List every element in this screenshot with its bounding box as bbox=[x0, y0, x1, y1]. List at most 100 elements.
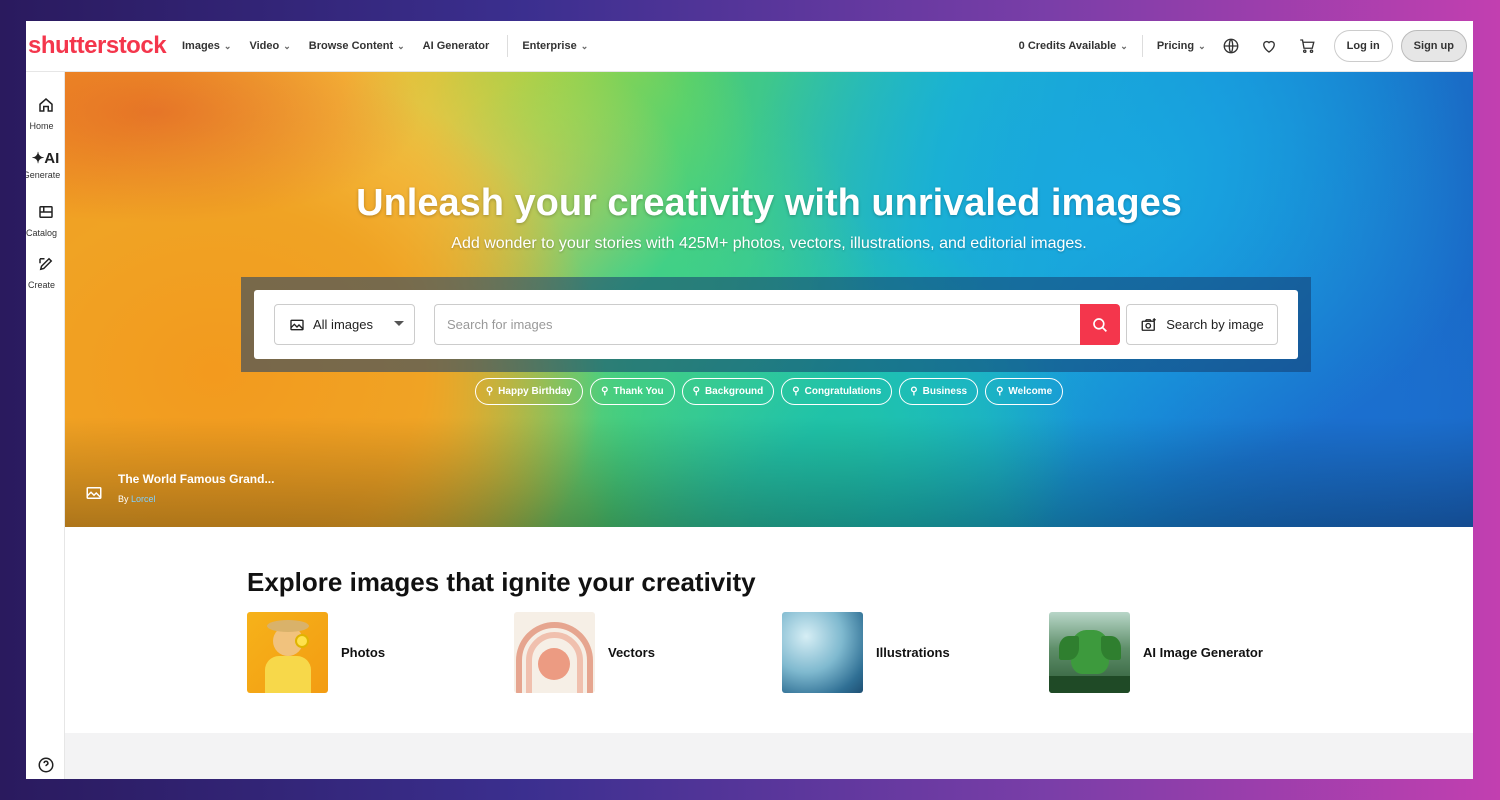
rail-item-label: Catalog bbox=[26, 228, 58, 238]
help-icon bbox=[38, 757, 53, 773]
search-icon: ⚲ bbox=[910, 386, 918, 397]
home-icon bbox=[38, 98, 53, 112]
photos-thumbnail bbox=[247, 612, 328, 693]
chip-happy-birthday[interactable]: ⚲ Happy Birthday bbox=[474, 378, 584, 405]
credit-byline: By Lorcel bbox=[118, 494, 274, 504]
nav-enterprise[interactable]: Enterprise ⌄ bbox=[522, 40, 588, 52]
search-icon: ⚲ bbox=[792, 386, 800, 397]
nav-ai-generator-label: AI Generator bbox=[422, 40, 490, 52]
left-rail: Home ✦AI Generate Catalog Create bbox=[26, 72, 65, 779]
explore-title: Explore images that ignite your creativi… bbox=[247, 567, 756, 597]
rail-item-catalog[interactable]: Catalog bbox=[26, 203, 65, 238]
credit-by-label: By bbox=[118, 494, 129, 504]
category-label: Vectors bbox=[608, 645, 655, 660]
category-label: Illustrations bbox=[876, 645, 950, 660]
camera-icon bbox=[1141, 317, 1156, 331]
top-navigation: shutterstock Images ⌄ Video ⌄ Browse Conte… bbox=[26, 21, 1473, 72]
image-icon bbox=[290, 319, 304, 330]
hero-title: Unleash your creativity with unrivaled i… bbox=[356, 182, 1182, 224]
search-icon bbox=[1093, 317, 1107, 332]
chip-congratulations[interactable]: ⚲ Congratulations bbox=[781, 378, 893, 405]
search-by-image-label: Search by image bbox=[1166, 317, 1264, 332]
chevron-down-icon: ⌄ bbox=[1120, 40, 1128, 51]
ai-sparkle-icon: ✦AI bbox=[31, 150, 60, 167]
search-box: All images Search by image bbox=[254, 290, 1298, 359]
category-illustrations[interactable]: Illustrations bbox=[782, 612, 950, 693]
pricing-menu[interactable]: Pricing ⌄ bbox=[1157, 40, 1206, 52]
login-button[interactable]: Log in bbox=[1333, 30, 1393, 62]
chevron-down-icon: ⌄ bbox=[1198, 40, 1206, 51]
credit-title: The World Famous Grand... bbox=[118, 472, 275, 486]
chevron-down-icon: ⌄ bbox=[580, 40, 589, 51]
chip-thank-you[interactable]: ⚲ Thank You bbox=[590, 378, 675, 405]
signup-button[interactable]: Sign up bbox=[1400, 30, 1467, 62]
nav-video[interactable]: Video ⌄ bbox=[249, 40, 290, 52]
chip-label: Congratulations bbox=[804, 386, 882, 397]
nav-enterprise-label: Enterprise bbox=[522, 40, 577, 52]
catalog-icon bbox=[38, 206, 53, 218]
illustrations-thumbnail bbox=[782, 612, 863, 693]
ai-generator-thumbnail bbox=[1049, 612, 1130, 693]
chip-background[interactable]: ⚲ Background bbox=[681, 378, 775, 405]
globe-icon[interactable] bbox=[1220, 35, 1242, 57]
main-nav: Images ⌄ Video ⌄ Browse Content ⌄ AI Genera… bbox=[182, 35, 606, 57]
rail-item-create[interactable]: Create bbox=[26, 255, 65, 290]
rail-item-label: Create bbox=[27, 280, 55, 290]
image-type-value: All images bbox=[313, 317, 373, 332]
next-section-band bbox=[65, 733, 1473, 779]
vectors-thumbnail bbox=[514, 612, 595, 693]
search-submit-button[interactable] bbox=[1080, 304, 1120, 345]
chip-label: Background bbox=[704, 386, 764, 397]
credit-author-link[interactable]: Lorcel bbox=[131, 494, 156, 504]
search-frame: All images Search by image bbox=[241, 277, 1311, 372]
rail-item-label: Generate bbox=[26, 170, 61, 180]
credits-label: 0 Credits Available bbox=[1018, 40, 1117, 52]
hero-subtitle: Add wonder to your stories with 425M+ ph… bbox=[451, 235, 1087, 252]
chip-label: Business bbox=[922, 386, 968, 397]
nav-video-label: Video bbox=[249, 40, 280, 52]
credits-menu[interactable]: 0 Credits Available ⌄ bbox=[1019, 40, 1128, 52]
category-label: AI Image Generator bbox=[1143, 645, 1263, 660]
search-icon: ⚲ bbox=[692, 386, 700, 397]
nav-browse-content[interactable]: Browse Content ⌄ bbox=[309, 40, 405, 52]
search-icon: ⚲ bbox=[485, 386, 494, 397]
search-icon: ⚲ bbox=[996, 386, 1004, 397]
search-icon: ⚲ bbox=[601, 386, 609, 397]
search-input[interactable] bbox=[434, 304, 1080, 345]
chip-business[interactable]: ⚲ Business bbox=[899, 378, 979, 405]
heart-icon[interactable] bbox=[1258, 35, 1280, 57]
category-ai-image-generator[interactable]: AI Image Generator bbox=[1049, 612, 1263, 693]
create-icon bbox=[38, 257, 52, 271]
chevron-down-icon: ⌄ bbox=[397, 40, 405, 51]
category-label: Photos bbox=[341, 645, 386, 660]
rail-item-help[interactable] bbox=[26, 756, 65, 779]
rail-item-home[interactable]: Home bbox=[26, 96, 65, 131]
image-icon bbox=[86, 487, 102, 499]
category-photos[interactable]: Photos bbox=[247, 612, 385, 693]
nav-divider bbox=[1141, 35, 1143, 57]
nav-divider bbox=[507, 35, 509, 57]
rail-item-generate[interactable]: ✦AI Generate bbox=[26, 149, 65, 180]
chip-welcome[interactable]: ⚲ Welcome bbox=[985, 378, 1064, 405]
suggestion-chips: ⚲ Happy Birthday ⚲ Thank You ⚲ Background ⚲… bbox=[65, 378, 1473, 405]
nav-images-label: Images bbox=[182, 40, 220, 52]
rail-item-label: Home bbox=[29, 121, 54, 131]
browser-page: shutterstock Images ⌄ Video ⌄ Browse Conte… bbox=[26, 21, 1473, 779]
chevron-down-icon: ⌄ bbox=[223, 40, 232, 51]
chip-label: Thank You bbox=[613, 386, 664, 397]
hero-shade bbox=[65, 417, 1473, 527]
pricing-label: Pricing bbox=[1156, 40, 1195, 52]
chevron-down-icon: ⌄ bbox=[283, 40, 291, 51]
shutterstock-logo[interactable]: shutterstock bbox=[28, 32, 168, 60]
category-vectors[interactable]: Vectors bbox=[514, 612, 655, 693]
chip-label: Welcome bbox=[1008, 386, 1053, 397]
cart-icon[interactable] bbox=[1296, 35, 1318, 57]
nav-images[interactable]: Images ⌄ bbox=[182, 40, 231, 52]
account-nav: 0 Credits Available ⌄ Pricing ⌄ Log in Sig… bbox=[1019, 30, 1473, 62]
image-type-select[interactable]: All images bbox=[274, 304, 415, 345]
nav-browse-content-label: Browse Content bbox=[308, 40, 394, 52]
image-credit[interactable]: The World Famous Grand... By Lorcel bbox=[85, 472, 274, 504]
hero-banner: Unleash your creativity with unrivaled i… bbox=[65, 72, 1473, 527]
search-by-image-button[interactable]: Search by image bbox=[1126, 304, 1278, 345]
nav-ai-generator[interactable]: AI Generator bbox=[423, 40, 490, 52]
